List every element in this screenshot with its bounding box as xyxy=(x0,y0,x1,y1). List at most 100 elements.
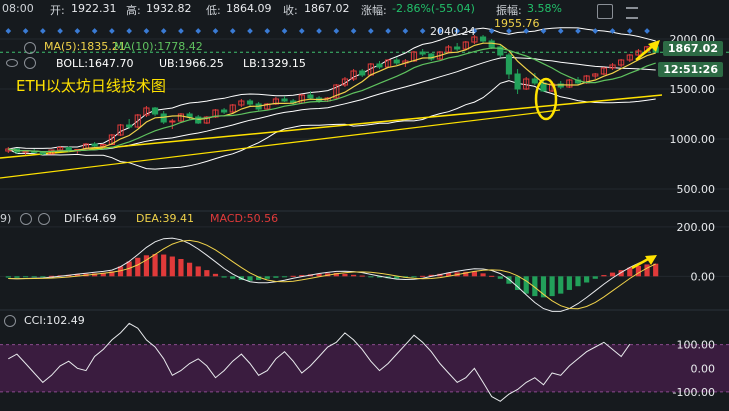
candle-body xyxy=(281,98,288,102)
macd-bar xyxy=(523,276,529,294)
open-label: 开: xyxy=(50,4,65,17)
macd-bar xyxy=(161,254,167,277)
top-marker xyxy=(368,28,374,34)
high-value: 1932.82 xyxy=(146,2,192,15)
macd-bar xyxy=(644,264,650,277)
support-trend-line xyxy=(0,94,663,159)
eye-icon[interactable] xyxy=(6,59,18,67)
y-tick-label: 1000.00 xyxy=(670,133,716,146)
countdown-tag: 12:51:26 xyxy=(658,62,723,77)
macd-dif-label: DIF:64.69 xyxy=(64,212,117,225)
top-marker xyxy=(281,28,288,34)
candle-body xyxy=(91,143,98,147)
macd-bar xyxy=(584,276,590,283)
candle-body xyxy=(160,113,167,123)
macd-histogram xyxy=(5,254,659,298)
top-marker xyxy=(40,28,46,34)
calendar-icon[interactable] xyxy=(597,4,613,19)
boll-label: BOLL:1647.70 xyxy=(56,57,134,70)
ma-settings-icon[interactable] xyxy=(24,42,36,54)
boll-settings-icon[interactable] xyxy=(24,57,36,69)
macd-bar xyxy=(152,254,158,277)
y-tick-label: 500.00 xyxy=(677,183,716,196)
current-price-tag: 1867.02 xyxy=(662,41,723,56)
candle-body xyxy=(39,152,46,155)
top-marker xyxy=(644,28,650,34)
ohlc-header: 08:00 开: 1922.31 高: 1932.82 低: 1864.09 收… xyxy=(0,2,729,18)
top-marker xyxy=(109,28,115,34)
candle-body xyxy=(186,113,193,118)
boll-lb-label: LB:1329.15 xyxy=(243,57,306,70)
macd-bar xyxy=(281,276,288,278)
macd-dea-label: DEA:39.41 xyxy=(136,212,194,225)
macd-bar xyxy=(609,272,616,277)
macd-eye-icon[interactable] xyxy=(20,213,32,225)
close-value: 1867.02 xyxy=(304,2,350,15)
macd-bar xyxy=(22,276,29,278)
macd-bar xyxy=(135,257,141,277)
top-marker xyxy=(91,28,98,34)
macd-value-label: MACD:50.56 xyxy=(210,212,279,225)
macd-bar xyxy=(273,276,279,278)
macd-param-fragment: 9) xyxy=(0,212,12,225)
top-marker xyxy=(74,28,81,34)
macd-settings-icon[interactable] xyxy=(38,213,50,225)
axis-ticks: 500.001000.001500.002000.000.00200.00-10… xyxy=(670,33,716,399)
candle-body xyxy=(126,124,133,128)
ma10-label: MA(10):1778.42 xyxy=(114,40,203,53)
top-marker xyxy=(22,28,29,34)
macd-bar xyxy=(195,266,201,277)
y-tick-label: 1500.00 xyxy=(670,83,716,96)
collapse-icon[interactable] xyxy=(626,7,638,19)
top-marker xyxy=(264,28,271,34)
macd-bar xyxy=(368,276,374,278)
top-marker xyxy=(333,28,340,34)
amplitude-label: 振幅: xyxy=(496,4,522,17)
top-marker xyxy=(298,28,305,34)
macd-bar xyxy=(247,276,253,281)
y-tick-label: 0.00 xyxy=(691,270,716,283)
cci-settings-icon[interactable] xyxy=(4,315,16,327)
macd-bar xyxy=(549,276,555,297)
macd-bar xyxy=(178,259,184,277)
candle-body xyxy=(514,73,521,90)
macd-bar xyxy=(342,273,348,277)
macd-bar xyxy=(592,276,598,279)
candle-body xyxy=(246,100,254,105)
macd-bar xyxy=(221,276,227,278)
macd-bar xyxy=(40,276,46,278)
macd-bar xyxy=(601,275,607,277)
macd-bar xyxy=(420,275,426,277)
candle-body xyxy=(531,78,538,84)
macd-bar xyxy=(506,276,512,284)
open-value: 1922.31 xyxy=(71,2,117,15)
macd-bar xyxy=(566,276,572,290)
candle-body xyxy=(169,120,176,123)
candle-body xyxy=(221,109,228,113)
top-marker xyxy=(195,28,202,34)
candle-body xyxy=(359,70,366,76)
top-marker xyxy=(575,28,581,34)
macd-bar xyxy=(186,262,193,277)
top-marker xyxy=(5,28,12,34)
macd-bar xyxy=(5,276,11,278)
top-marker xyxy=(626,28,633,34)
candlestick-series xyxy=(5,35,659,155)
y-tick-label: 0.00 xyxy=(691,362,716,375)
top-marker xyxy=(385,28,391,34)
high-mark-label: 2040.24 xyxy=(430,25,476,38)
peak-mark-label: 1955.76 xyxy=(494,17,540,30)
macd-bar xyxy=(212,273,219,277)
top-marker xyxy=(57,28,63,34)
change-value: -2.86%(-55.04) xyxy=(392,2,475,15)
macd-bar xyxy=(31,276,37,278)
top-marker xyxy=(229,28,236,34)
high-label: 高: xyxy=(126,4,141,17)
close-label: 收: xyxy=(283,4,298,17)
change-label: 涨幅: xyxy=(361,4,387,17)
top-marker xyxy=(143,28,150,34)
y-tick-label: 100.00 xyxy=(677,339,716,352)
macd-bar xyxy=(264,276,270,279)
boll-ub-label: UB:1966.25 xyxy=(159,57,224,70)
macd-bar xyxy=(489,275,495,277)
